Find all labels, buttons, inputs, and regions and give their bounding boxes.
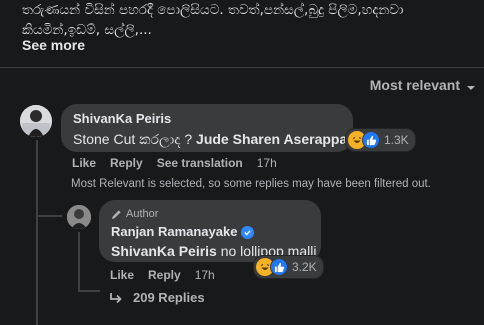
like-reaction-icon [362,131,380,149]
mention-link[interactable]: Jude Sharen Aserappa [196,131,347,147]
reaction-count: 1.3K [384,133,409,147]
reply-button[interactable]: Reply [110,156,143,170]
reply-mention-link[interactable]: ShivanKa Peiris [111,243,217,259]
comment-author[interactable]: ShivanKa Peiris [73,111,341,127]
comment-bubble: ShivanKa Peiris Stone Cut කරලාද ? Jude S… [61,104,353,152]
reply-bubble: Author Ranjan Ramanayake ShivanKa Peiris… [99,200,321,262]
comment-text: Stone Cut කරලාද ? Jude Sharen Aserappa [73,130,347,149]
see-more-link[interactable]: See more [22,37,85,53]
thread-connector [36,215,62,217]
pencil-icon [111,209,121,219]
author-badge: Author [111,207,309,221]
like-reaction-icon [270,258,288,276]
filter-note: Most Relevant is selected, so some repli… [71,178,431,190]
see-translation-button[interactable]: See translation [157,156,243,170]
thread-line [36,140,38,325]
reply-actions: Like Reply 17h [110,268,215,282]
reply-thread-line [78,232,80,290]
post-text: තරුණයන් විසින් පහරදී පොලිසියට. තවත්,පන්ස… [22,2,404,38]
reply-arrow-icon [110,292,122,303]
reply-like-button[interactable]: Like [110,268,134,282]
chevron-down-icon [466,80,476,90]
reaction-summary[interactable]: 1.3K [345,128,416,152]
facebook-comments-view: තරුණයන් විසින් පහරදී පොලිසියට. තවත්,පන්ස… [0,0,484,325]
divider [0,67,484,68]
reply-timestamp[interactable]: 17h [195,268,215,282]
reply-author-row: Ranjan Ramanayake [111,224,309,240]
avatar[interactable] [20,105,52,137]
timestamp[interactable]: 17h [257,156,277,170]
reply-reaction-summary[interactable]: 3.2K [253,255,324,279]
reply-thread-connector [78,290,100,292]
reply-reply-button[interactable]: Reply [148,268,181,282]
like-button[interactable]: Like [72,156,96,170]
comment-actions: Like Reply See translation 17h [72,156,277,170]
reply-reaction-count: 3.2K [292,260,317,274]
author-badge-label: Author [126,208,159,220]
view-replies-link[interactable]: 209 Replies [109,290,205,305]
sort-label: Most relevant [369,77,460,93]
reply-avatar[interactable] [67,205,91,229]
comment-text-prefix: Stone Cut කරලාද ? [73,131,197,147]
reply-author[interactable]: Ranjan Ramanayake [111,224,237,239]
verified-badge-icon [241,226,255,239]
view-replies-label: 209 Replies [133,290,205,305]
sort-dropdown[interactable]: Most relevant [370,77,476,93]
